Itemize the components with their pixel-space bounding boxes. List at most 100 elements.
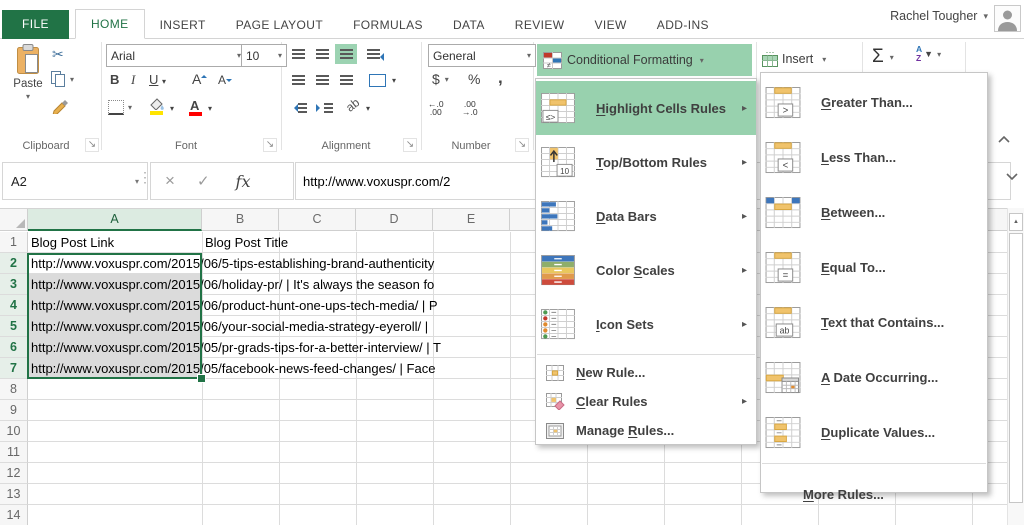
tab-view[interactable]: VIEW: [580, 11, 642, 39]
scrollbar-thumb[interactable]: [1009, 233, 1023, 503]
row-header-2[interactable]: 2: [0, 253, 28, 274]
menu-item-top-bottom-rules[interactable]: 10 Top/Bottom Rules ▸: [536, 135, 756, 189]
format-painter-button[interactable]: [52, 98, 68, 114]
menu-item-highlight-cells-rules[interactable]: ≤> Highlight Cells Rules ▸: [536, 81, 756, 135]
shrink-font-button[interactable]: A: [218, 73, 233, 87]
avatar[interactable]: [994, 5, 1021, 32]
menu-item-icon-sets[interactable]: Icon Sets ▸: [536, 297, 756, 351]
account-menu[interactable]: Rachel Tougher ▾: [890, 9, 988, 23]
sort-filter-button[interactable]: A Z ▼ ▾: [916, 45, 941, 63]
tab-data[interactable]: DATA: [438, 11, 500, 39]
row-header-4[interactable]: 4: [0, 295, 28, 316]
grow-font-button[interactable]: A: [192, 71, 208, 87]
clipboard-dialog-launcher[interactable]: ↘: [85, 138, 99, 152]
cell[interactable]: Blog Post Link: [31, 232, 114, 253]
menu-item-more-rules[interactable]: More Rules...: [761, 467, 987, 522]
underline-button[interactable]: U: [149, 72, 158, 87]
expand-formula-bar-button[interactable]: [1006, 173, 1018, 180]
font-color-button[interactable]: A: [189, 98, 202, 116]
increase-indent-button[interactable]: [313, 98, 335, 118]
wrap-text-button[interactable]: [364, 44, 386, 64]
menu-item-manage-rules[interactable]: Manage Rules...: [536, 416, 756, 445]
autosum-button[interactable]: Σ ▾: [872, 46, 894, 68]
increase-decimal-button[interactable]: ←.0 .00: [428, 100, 444, 117]
font-name-combo[interactable]: Arial ▾: [106, 44, 246, 67]
scroll-up-button[interactable]: ▲: [1009, 213, 1023, 231]
cell[interactable]: Blog Post Title: [205, 232, 288, 253]
tab-formulas[interactable]: FORMULAS: [338, 11, 438, 39]
tab-review[interactable]: REVIEW: [500, 11, 580, 39]
row-header-13[interactable]: 13: [0, 484, 28, 505]
align-right-button[interactable]: [335, 70, 357, 90]
select-all-button[interactable]: [0, 208, 28, 231]
orientation-caret[interactable]: ▾: [366, 104, 370, 113]
align-left-button[interactable]: [287, 70, 309, 90]
accounting-format-button[interactable]: $ ▾: [432, 71, 449, 87]
font-size-combo[interactable]: 10 ▾: [241, 44, 287, 67]
menu-item-greater-than[interactable]: > Greater Than...: [761, 75, 987, 130]
menu-item-between[interactable]: Between...: [761, 185, 987, 240]
align-center-button[interactable]: [311, 70, 333, 90]
menu-item-duplicate-values[interactable]: Duplicate Values...: [761, 405, 987, 460]
insert-button[interactable]: Insert ▾: [762, 47, 826, 71]
decrease-indent-button[interactable]: [287, 98, 309, 118]
menu-item-text-that-contains[interactable]: ab Text that Contains...: [761, 295, 987, 350]
percent-style-button[interactable]: %: [468, 71, 480, 87]
number-dialog-launcher[interactable]: ↘: [515, 138, 529, 152]
column-header-b[interactable]: B: [202, 208, 279, 231]
copy-button[interactable]: ▾: [50, 70, 74, 88]
row-header-1[interactable]: 1: [0, 232, 28, 253]
column-header-a[interactable]: A: [28, 208, 202, 231]
font-color-caret[interactable]: ▾: [208, 104, 212, 113]
comma-style-button[interactable]: ,: [498, 68, 503, 88]
merge-center-button[interactable]: [364, 70, 390, 90]
row-header-9[interactable]: 9: [0, 400, 28, 421]
column-header-d[interactable]: D: [356, 208, 433, 231]
fill-color-button[interactable]: [148, 98, 165, 115]
underline-caret[interactable]: ▾: [162, 77, 166, 86]
merge-caret[interactable]: ▾: [392, 76, 396, 85]
number-format-combo[interactable]: General ▾: [428, 44, 536, 67]
cancel-button[interactable]: ×: [165, 171, 175, 191]
align-top-button[interactable]: [287, 44, 309, 64]
column-header-e[interactable]: E: [433, 208, 510, 231]
paste-button[interactable]: Paste ▾: [8, 44, 48, 101]
enter-button[interactable]: ✓: [197, 172, 210, 190]
row-header-5[interactable]: 5: [0, 316, 28, 337]
menu-item-less-than[interactable]: < Less Than...: [761, 130, 987, 185]
align-bottom-button[interactable]: [335, 44, 357, 64]
row-header-11[interactable]: 11: [0, 442, 28, 463]
italic-button[interactable]: I: [131, 72, 135, 88]
tab-page-layout[interactable]: PAGE LAYOUT: [221, 11, 338, 39]
orientation-button[interactable]: ab: [343, 95, 362, 114]
fill-color-caret[interactable]: ▾: [170, 104, 174, 113]
tab-home[interactable]: HOME: [74, 9, 145, 39]
menu-item-a-date-occurring[interactable]: A Date Occurring...: [761, 350, 987, 405]
collapse-ribbon-button[interactable]: [998, 136, 1010, 143]
borders-button[interactable]: ▾: [108, 100, 132, 115]
menu-item-new-rule[interactable]: New Rule...: [536, 358, 756, 387]
font-dialog-launcher[interactable]: ↘: [263, 138, 277, 152]
fill-handle[interactable]: [197, 374, 206, 383]
tab-file[interactable]: FILE: [2, 10, 69, 39]
row-header-10[interactable]: 10: [0, 421, 28, 442]
align-middle-button[interactable]: [311, 44, 333, 64]
menu-item-equal-to[interactable]: = Equal To...: [761, 240, 987, 295]
name-box[interactable]: A2 ▾: [2, 162, 148, 200]
cut-button[interactable]: ✂: [52, 46, 64, 63]
tab-insert[interactable]: INSERT: [145, 11, 221, 39]
menu-item-clear-rules[interactable]: Clear Rules ▸: [536, 387, 756, 416]
row-header-7[interactable]: 7: [0, 358, 28, 379]
conditional-formatting-button[interactable]: ≠ Conditional Formatting ▾: [537, 44, 752, 76]
alignment-dialog-launcher[interactable]: ↘: [403, 138, 417, 152]
insert-function-button[interactable]: fx: [236, 172, 251, 191]
decrease-decimal-button[interactable]: .00 →.0: [462, 100, 478, 117]
vertical-scrollbar[interactable]: ▲: [1007, 208, 1024, 525]
column-header-c[interactable]: C: [279, 208, 356, 231]
tab-add-ins[interactable]: ADD-INS: [642, 11, 724, 39]
row-header-14[interactable]: 14: [0, 505, 28, 525]
menu-item-data-bars[interactable]: Data Bars ▸: [536, 189, 756, 243]
menu-item-color-scales[interactable]: Color Scales ▸: [536, 243, 756, 297]
row-header-6[interactable]: 6: [0, 337, 28, 358]
row-header-8[interactable]: 8: [0, 379, 28, 400]
